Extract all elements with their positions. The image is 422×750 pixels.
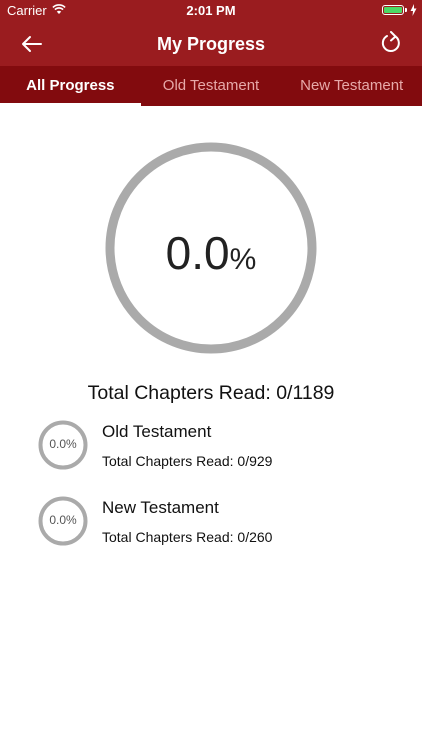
old-testament-title: Old Testament [102,422,212,441]
tab-new-testament[interactable]: New Testament [281,66,422,106]
nav-bar: My Progress [0,22,422,66]
charging-bolt-icon [410,4,417,16]
new-testament-chapters-read: Total Chapters Read: 0/260 [102,529,273,545]
overall-percent-value: 0.0 [165,227,230,279]
old-testament-percent: 0.0% [49,437,77,451]
section-row-old-testament: 0.0% Old Testament Total Chapters Read: … [0,420,422,480]
clock: 2:01 PM [186,3,236,18]
battery-tip [405,8,407,12]
battery-icon [382,5,404,15]
section-row-new-testament: 0.0% New Testament Total Chapters Read: … [0,496,422,556]
overall-percent-sign: % [229,243,257,276]
old-testament-chapters-read: Total Chapters Read: 0/929 [102,453,273,469]
tab-bar: All Progress Old Testament New Testament [0,66,422,106]
status-bar: Carrier 2:01 PM [0,0,422,22]
tab-all-progress[interactable]: All Progress [0,66,141,106]
refresh-icon[interactable] [380,31,402,55]
new-testament-percent: 0.0% [49,513,77,527]
total-chapters-read: Total Chapters Read: 0/1189 [87,382,335,404]
page-title: My Progress [156,34,266,54]
overall-percent: 0.0% [104,226,318,280]
new-testament-title: New Testament [102,498,219,517]
tab-old-testament[interactable]: Old Testament [141,66,282,106]
